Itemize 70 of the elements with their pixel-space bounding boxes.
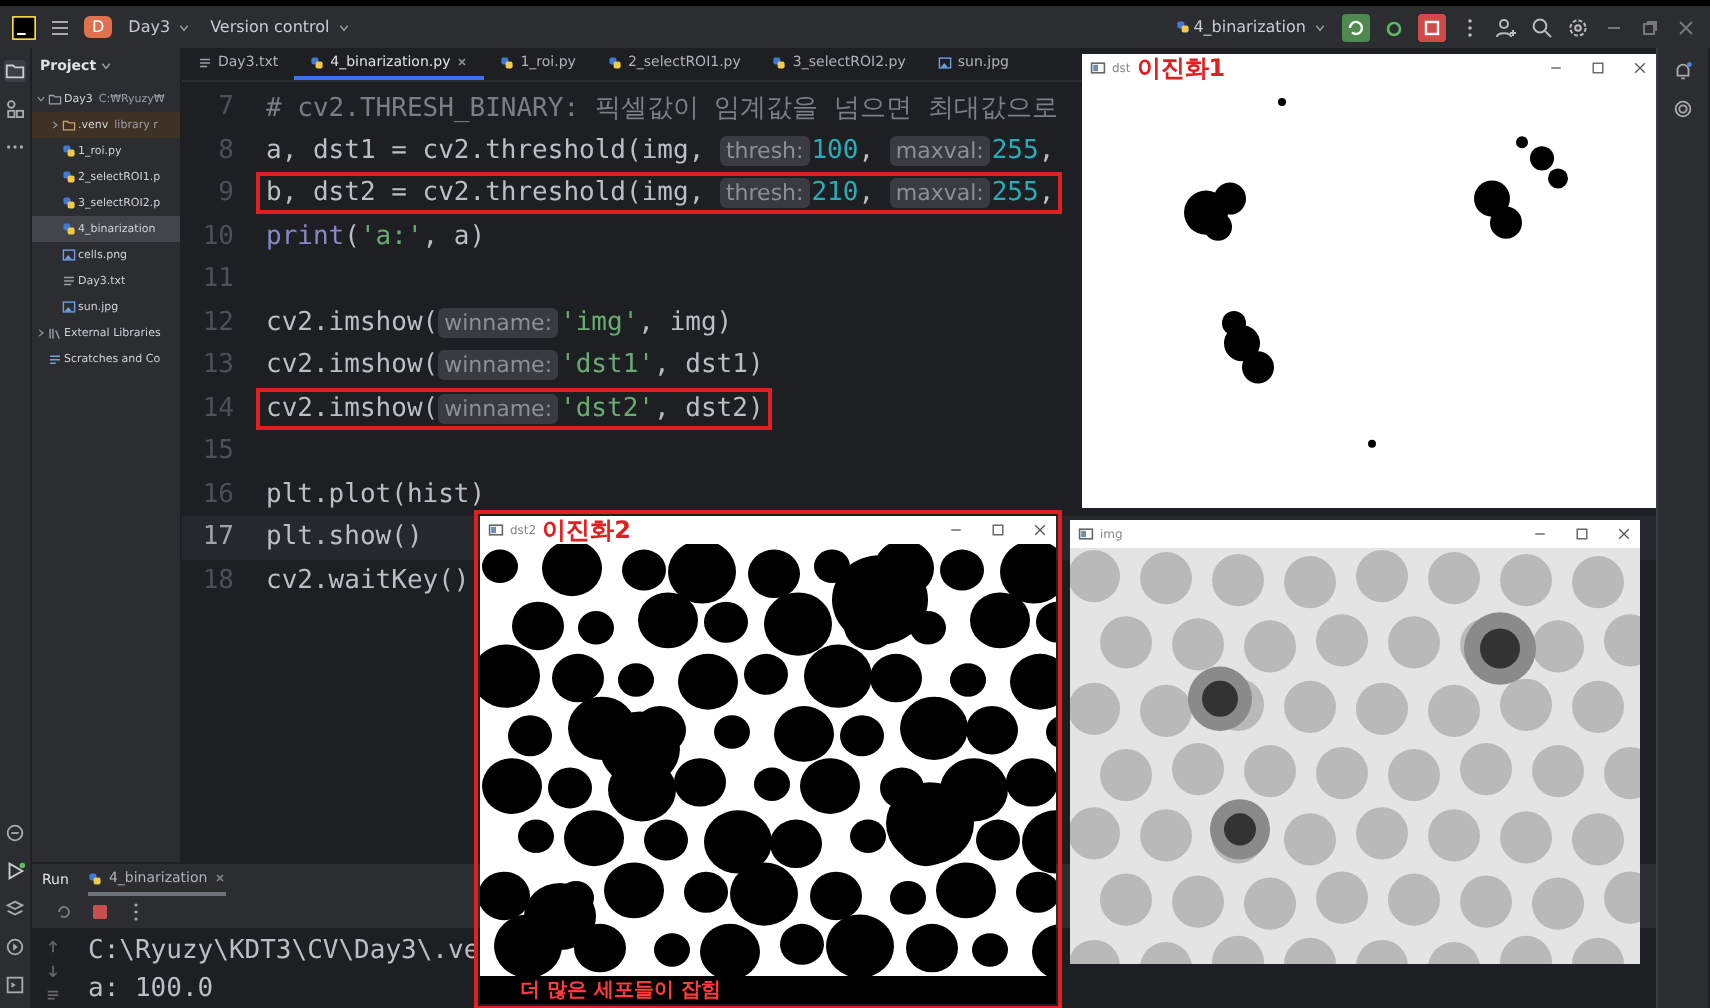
window-icon: [1078, 526, 1094, 542]
caret-icon: [1314, 21, 1326, 33]
arrow-up-icon[interactable]: [45, 940, 59, 954]
text-file-icon: [62, 274, 76, 288]
maximize-icon[interactable]: [990, 522, 1006, 538]
restore-icon[interactable]: [1638, 15, 1662, 39]
version-control-selector[interactable]: Version control: [206, 14, 354, 40]
maximize-icon[interactable]: [1574, 526, 1590, 542]
console-output: C:\Ryuzy\KDT3\CV\Day3\.ve: [88, 934, 480, 970]
terminal-icon[interactable]: [4, 974, 26, 996]
project-selector[interactable]: Day3: [124, 14, 195, 40]
folder-icon[interactable]: [4, 60, 26, 82]
menu-icon[interactable]: [48, 15, 72, 39]
python-file-icon: [500, 55, 515, 69]
code-line: print('a:', a): [266, 221, 486, 252]
rerun-icon[interactable]: [52, 900, 76, 924]
close-icon[interactable]: [1632, 60, 1648, 76]
code-line: cv2.imshow( winname: 'dst1', dst1): [266, 350, 764, 381]
code-line: cv2.imshow( winname: 'dst2', dst2): [266, 393, 764, 424]
close-icon[interactable]: [1616, 526, 1632, 542]
maximize-icon[interactable]: [1590, 60, 1606, 76]
app-logo-icon[interactable]: [12, 15, 36, 39]
rerun-button-icon[interactable]: [1342, 13, 1370, 41]
python-file-icon: [310, 55, 325, 69]
window-icon: [488, 522, 504, 538]
close-icon[interactable]: [1674, 15, 1698, 39]
code-line: plt.plot(hist): [266, 479, 486, 510]
line-number: 17: [200, 522, 236, 553]
chevron-right-icon[interactable]: [50, 120, 60, 130]
services-icon[interactable]: [4, 936, 26, 958]
annotation-label: 이진화2: [542, 513, 631, 547]
text-file-icon: [198, 55, 212, 69]
settings-icon[interactable]: [1566, 15, 1590, 39]
code-line: cv2.waitKey(): [266, 565, 470, 596]
layers-icon[interactable]: [4, 898, 26, 920]
python-file-icon: [1175, 20, 1190, 34]
chevron-down-icon[interactable]: [36, 94, 46, 104]
python-file-icon: [607, 55, 622, 69]
code-line: plt.show(): [266, 522, 423, 553]
close-icon[interactable]: [213, 872, 226, 884]
image-file-icon: [62, 248, 76, 262]
window-icon: [1090, 60, 1106, 76]
add-user-icon[interactable]: [1494, 15, 1518, 39]
code-line: b, dst2 = cv2.threshold(img, thresh: 210, maxval: 255,: [266, 178, 1055, 209]
python-file-icon: [88, 871, 103, 885]
chevron-right-icon[interactable]: [36, 328, 46, 338]
arrow-down-icon[interactable]: [45, 964, 59, 978]
code-line: cv2.imshow( winname: 'img', img): [266, 307, 733, 338]
run-icon[interactable]: [4, 860, 26, 882]
annotation-label: 이진화1: [1136, 51, 1226, 85]
python-file-icon: [772, 55, 787, 69]
stop-button-icon[interactable]: [1418, 13, 1446, 41]
code-line: a, dst1 = cv2.threshold(img, thresh: 100, maxval: 255,: [266, 135, 1055, 166]
structure-icon[interactable]: [4, 98, 26, 120]
search-icon[interactable]: [1530, 15, 1554, 39]
caret-icon: [178, 21, 191, 33]
image-file-icon: [937, 55, 952, 69]
run-config-selector[interactable]: 4_binarization: [1171, 14, 1330, 40]
caret-icon: [100, 60, 113, 72]
image-file-icon: [62, 300, 76, 314]
close-icon[interactable]: [1032, 522, 1048, 538]
project-badge: D: [84, 16, 113, 38]
console-output: a: 100.0: [88, 972, 216, 1008]
scratch-file-icon: [48, 352, 62, 366]
notification-bell-icon[interactable]: [1672, 60, 1694, 82]
close-icon[interactable]: [456, 56, 469, 68]
library-icon: [48, 326, 62, 340]
caret-icon: [337, 21, 350, 33]
stop-icon[interactable]: [88, 900, 112, 924]
code-line: # cv2.THRESH_BINARY: 픽셀값이 임계값을 넘으면 최대값으로: [266, 93, 1058, 124]
